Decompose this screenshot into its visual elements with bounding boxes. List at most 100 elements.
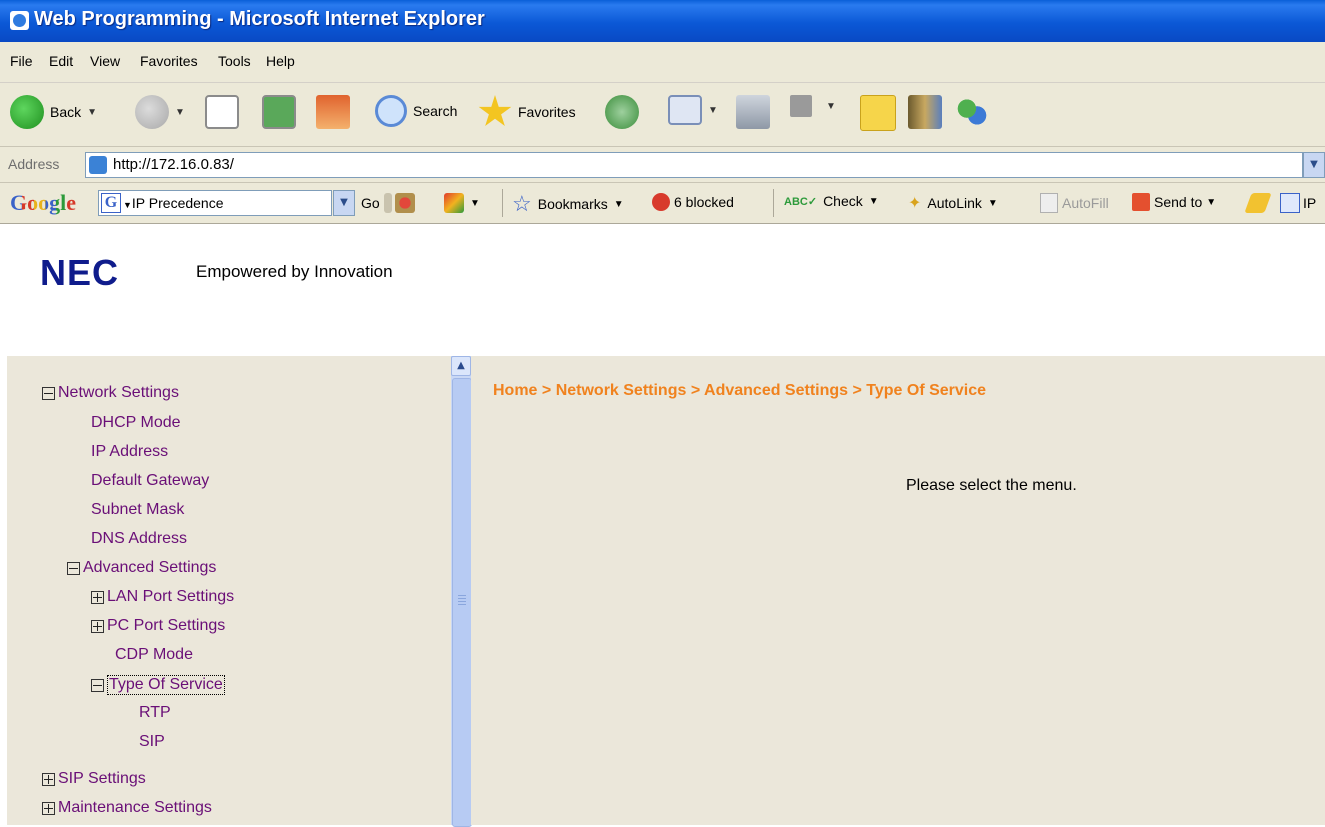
breadcrumb: Home > Network Settings > Advanced Setti… (493, 382, 987, 399)
tree-sip[interactable]: SIP (139, 733, 165, 751)
back-arrow-icon (10, 95, 44, 129)
tagline: Empowered by Innovation (196, 262, 393, 281)
menu-help[interactable]: Help (266, 53, 295, 69)
vertical-scrollbar[interactable]: ▲ (451, 356, 472, 827)
nec-logo: NEC (40, 252, 120, 293)
collapse-icon[interactable] (42, 386, 55, 400)
google-toolbar: Google G ▼IP Precedence ▼ Go ▼ ☆ Bookmar… (0, 183, 1325, 224)
google-search-input[interactable]: G ▼IP Precedence (98, 190, 332, 216)
chevron-up-icon: ▲ (457, 360, 465, 371)
tree-default-gateway[interactable]: Default Gateway (91, 472, 209, 490)
back-button[interactable]: Back ▼ (10, 95, 97, 129)
chevron-down-icon: ▼ (123, 200, 132, 210)
expand-icon[interactable] (42, 772, 55, 786)
research-button[interactable] (908, 95, 942, 129)
google-search-dropdown[interactable]: ▼ (333, 190, 355, 216)
popup-blocker-button[interactable]: 6 blocked (652, 193, 734, 211)
tree-cdp-mode[interactable]: CDP Mode (115, 646, 193, 664)
menu-tools[interactable]: Tools (218, 53, 251, 69)
address-dropdown-button[interactable]: ▼ (1303, 152, 1325, 178)
print-button[interactable] (736, 95, 770, 129)
tree-advanced-settings[interactable]: Advanced Settings (67, 559, 216, 577)
stop-icon (205, 95, 239, 129)
chevron-down-icon: ▼ (708, 104, 718, 116)
google-g-icon[interactable]: G (101, 193, 121, 213)
stop-button[interactable] (205, 95, 239, 129)
tree-type-of-service[interactable]: Type Of Service (91, 675, 225, 695)
menu-view[interactable]: View (90, 53, 120, 69)
web-page: NEC Empowered by Innovation Network Sett… (0, 224, 1325, 827)
tree-rtp[interactable]: RTP (139, 704, 171, 722)
go-button[interactable]: Go (361, 195, 380, 211)
spellcheck-icon: ABC✓ (784, 195, 818, 208)
tree-dns-address[interactable]: DNS Address (91, 530, 187, 548)
discuss-button[interactable] (860, 95, 896, 131)
content-pane: Home > Network Settings > Advanced Setti… (471, 356, 1325, 825)
tree-ip-address[interactable]: IP Address (91, 443, 168, 461)
star-outline-icon: ☆ (512, 191, 532, 216)
favorites-button[interactable]: Favorites (478, 95, 576, 129)
autofill-icon (1040, 193, 1058, 213)
mail-button[interactable]: ▼ (668, 95, 718, 125)
chevron-down-icon[interactable]: ▼ (470, 198, 480, 209)
chevron-down-icon: ▼ (826, 100, 836, 112)
print-icon (736, 95, 770, 129)
home-button[interactable] (316, 95, 350, 129)
chevron-down-icon: ▼ (1310, 159, 1318, 170)
tree-pc-port-settings[interactable]: PC Port Settings (91, 617, 225, 635)
scroll-up-button[interactable]: ▲ (451, 356, 471, 376)
ip-button[interactable]: IP (1280, 193, 1316, 213)
pagerank-icon[interactable] (395, 193, 415, 213)
scrollbar-thumb[interactable] (452, 378, 472, 827)
chevron-down-icon: ▼ (340, 197, 348, 208)
history-button[interactable] (605, 95, 639, 129)
refresh-button[interactable] (262, 95, 296, 129)
address-bar: Address http://172.16.0.83/ ▼ (0, 147, 1325, 183)
tree-subnet-mask[interactable]: Subnet Mask (91, 501, 184, 519)
autolink-button[interactable]: ✦ AutoLink ▼ (908, 193, 998, 213)
standard-toolbar: Back ▼ ▼ Search Favorites ▼ ▼ (0, 83, 1325, 147)
refresh-icon (262, 95, 296, 129)
edit-icon (790, 95, 812, 117)
tree-maintenance-settings[interactable]: Maintenance Settings (42, 799, 212, 817)
chevron-down-icon: ▼ (987, 197, 998, 209)
spell-check-button[interactable]: ABC✓ Check ▼ (784, 193, 879, 209)
magic-wand-icon: ✦ (908, 195, 922, 212)
expand-icon[interactable] (91, 590, 104, 604)
options-icon[interactable] (444, 193, 464, 213)
separator-grip-icon (384, 193, 392, 213)
collapse-icon[interactable] (67, 561, 80, 575)
messenger-icon (955, 95, 989, 129)
collapse-icon[interactable] (91, 678, 104, 692)
autofill-button[interactable]: AutoFill (1040, 193, 1109, 213)
bookmarks-button[interactable]: ☆ Bookmarks ▼ (512, 191, 624, 217)
messenger-button[interactable] (955, 95, 989, 129)
edit-button[interactable]: ▼ (790, 95, 836, 117)
home-icon (316, 95, 350, 129)
star-icon (478, 95, 512, 126)
toolbar-separator (502, 189, 503, 217)
google-search-value: IP Precedence (131, 195, 224, 211)
tree-dhcp-mode[interactable]: DHCP Mode (91, 414, 181, 432)
google-logo[interactable]: Google (10, 190, 76, 216)
chevron-down-icon: ▼ (87, 106, 98, 118)
grip-icon (458, 595, 466, 596)
forward-arrow-icon (135, 95, 169, 129)
tree-network-settings[interactable]: Network Settings (42, 384, 179, 402)
send-to-button[interactable]: Send to ▼ (1132, 193, 1216, 211)
forward-button[interactable]: ▼ (135, 95, 185, 129)
menu-file[interactable]: File (10, 53, 33, 69)
chevron-down-icon: ▼ (175, 106, 185, 118)
address-input[interactable]: http://172.16.0.83/ (85, 152, 1303, 178)
highlighter-icon[interactable] (1244, 193, 1272, 213)
expand-icon[interactable] (91, 619, 104, 633)
tree-lan-port-settings[interactable]: LAN Port Settings (91, 588, 234, 606)
expand-icon[interactable] (42, 801, 55, 815)
menu-edit[interactable]: Edit (49, 53, 73, 69)
tree-sip-settings[interactable]: SIP Settings (42, 770, 146, 788)
menu-favorites[interactable]: Favorites (140, 53, 198, 69)
search-button[interactable]: Search (375, 95, 457, 127)
menu-bar: File Edit View Favorites Tools Help (0, 42, 1325, 83)
note-icon (860, 95, 896, 131)
address-url: http://172.16.0.83/ (113, 156, 234, 173)
